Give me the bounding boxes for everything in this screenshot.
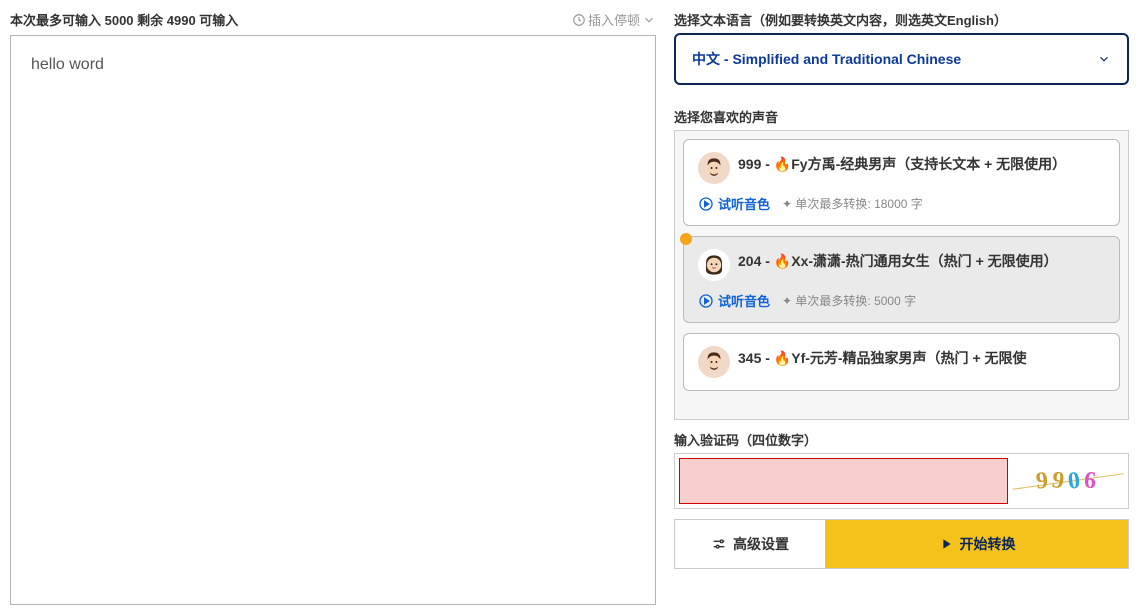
voice-card-204[interactable]: 204 - 🔥Xx-潇潇-热门通用女生（热门 + 无限使用） 试听音色 ✦ 单次最多… xyxy=(683,236,1120,323)
voice-name: 345 - 🔥Yf-元芳-精品独家男声（热门 + 无限使 xyxy=(738,346,1105,371)
voice-label: 选择您喜欢的声音 xyxy=(674,107,1129,126)
language-selected: 中文 - Simplified and Traditional Chinese xyxy=(692,49,961,69)
captcha-input[interactable] xyxy=(679,458,1008,504)
voice-name: 999 - 🔥Fy方禹-经典男声（支持长文本 + 无限使用） xyxy=(738,152,1105,177)
avatar xyxy=(698,152,730,184)
preview-button[interactable]: 试听音色 xyxy=(698,194,770,213)
chevron-down-icon xyxy=(642,13,656,27)
selected-indicator xyxy=(680,233,692,245)
char-counter: 本次最多可输入 5000 剩余 4990 可输入 xyxy=(10,10,238,29)
voice-card-345[interactable]: 345 - 🔥Yf-元芳-精品独家男声（热门 + 无限使 xyxy=(683,333,1120,391)
language-select[interactable]: 中文 - Simplified and Traditional Chinese xyxy=(674,33,1129,85)
avatar xyxy=(698,249,730,281)
avatar xyxy=(698,346,730,378)
voice-card-999[interactable]: 999 - 🔥Fy方禹-经典男声（支持长文本 + 无限使用） 试听音色 ✦ 单次最多… xyxy=(683,139,1120,226)
language-label: 选择文本语言（例如要转换英文内容，则选英文English） xyxy=(674,10,1129,29)
voice-meta: ✦ 单次最多转换: 5000 字 xyxy=(782,292,916,309)
captcha-image[interactable]: 9906 xyxy=(1012,458,1124,504)
sliders-icon xyxy=(711,536,727,552)
chevron-down-icon xyxy=(1097,52,1111,66)
voice-meta: ✦ 单次最多转换: 18000 字 xyxy=(782,195,923,212)
text-input[interactable] xyxy=(10,35,656,605)
voice-list[interactable]: 999 - 🔥Fy方禹-经典男声（支持长文本 + 无限使用） 试听音色 ✦ 单次最多… xyxy=(674,130,1129,420)
advanced-settings-button[interactable]: 高级设置 xyxy=(675,520,825,568)
captcha-label: 输入验证码（四位数字） xyxy=(674,430,1129,449)
insert-pause-button[interactable]: 插入停顿 xyxy=(572,10,656,29)
clock-icon xyxy=(572,13,586,27)
voice-name: 204 - 🔥Xx-潇潇-热门通用女生（热门 + 无限使用） xyxy=(738,249,1105,274)
play-icon xyxy=(938,536,954,552)
preview-button[interactable]: 试听音色 xyxy=(698,291,770,310)
convert-button[interactable]: 开始转换 xyxy=(825,520,1128,568)
